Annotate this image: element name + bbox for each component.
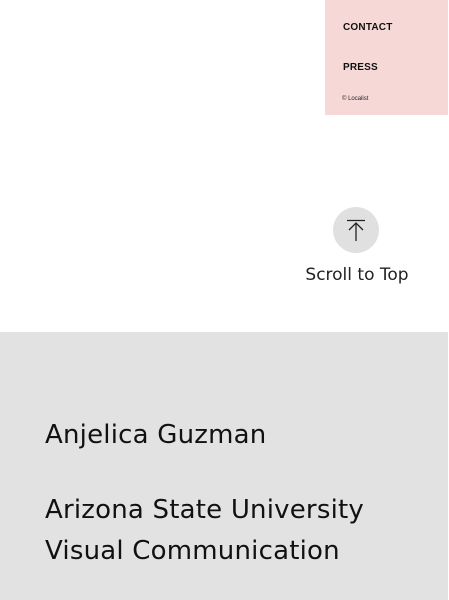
nav-menu-panel: CONTACT PRESS © Localist [325, 0, 448, 115]
page: CONTACT PRESS © Localist Scroll to Top A… [0, 0, 449, 600]
arrow-up-to-line-icon [347, 219, 365, 241]
footer: Anjelica Guzman Arizona State University… [0, 332, 448, 600]
copyright-text: © Localist [342, 96, 369, 102]
author-name: Anjelica Guzman [45, 420, 267, 450]
school-name: Arizona State University [45, 495, 364, 525]
scroll-to-top-button[interactable]: Scroll to Top [300, 207, 414, 289]
scroll-to-top-circle[interactable] [333, 207, 379, 253]
contact-link[interactable]: CONTACT [343, 22, 393, 33]
press-link[interactable]: PRESS [343, 62, 378, 73]
program-name: Visual Communication [45, 536, 340, 566]
scroll-to-top-label: Scroll to Top [305, 265, 409, 285]
